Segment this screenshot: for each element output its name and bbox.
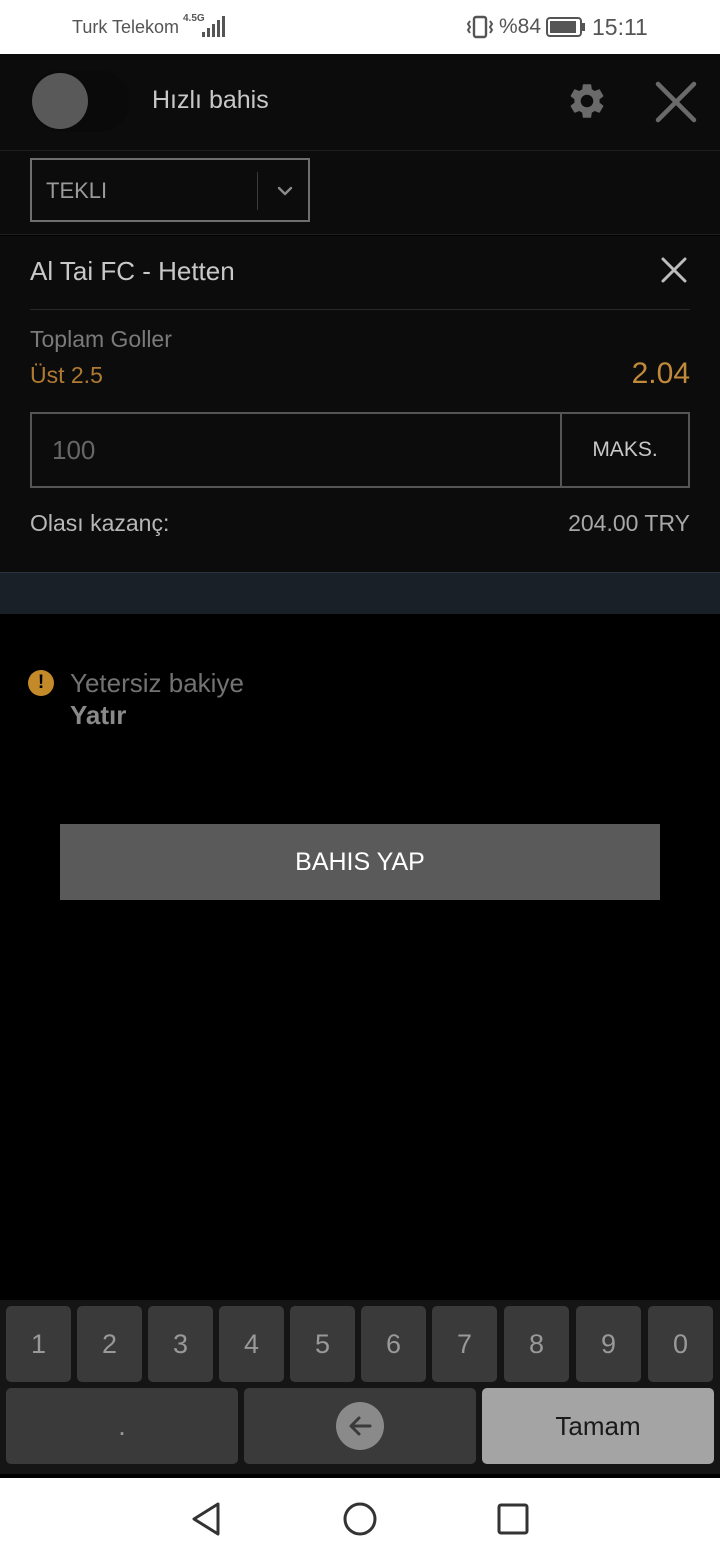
status-bar: Turk Telekom 4.5G %84 15:11 [0, 0, 720, 54]
key-2[interactable]: 2 [77, 1306, 142, 1382]
market-name: Toplam Goller [30, 326, 172, 352]
dropdown-divider [257, 172, 258, 210]
selection-name: Üst 2.5 [30, 362, 103, 388]
max-stake-button[interactable]: MAKS. [560, 414, 688, 486]
battery-percent: %84 [499, 15, 542, 38]
key-1[interactable]: 1 [6, 1306, 71, 1382]
deposit-link[interactable]: Yatır [70, 700, 126, 731]
quick-bet-header: Hızlı bahis [0, 54, 720, 151]
toggle-knob [32, 73, 88, 129]
potential-win-value: 204.00 TRY [568, 510, 690, 536]
bet-slip-card: Al Tai FC - Hetten Toplam Goller Üst 2.5… [0, 236, 720, 572]
header-title: Hızlı bahis [152, 86, 269, 114]
chevron-down-icon [277, 186, 293, 196]
key-dot[interactable]: . [6, 1388, 238, 1464]
backspace-icon [336, 1402, 384, 1450]
key-6[interactable]: 6 [361, 1306, 426, 1382]
bet-type-row: TEKLI [0, 151, 720, 235]
recent-apps-icon[interactable] [494, 1500, 532, 1538]
warning-icon: ! [28, 670, 54, 696]
place-bet-button[interactable]: BAHIS YAP [60, 824, 660, 900]
clock: 15:11 [592, 14, 648, 40]
signal-icon [202, 16, 225, 37]
key-3[interactable]: 3 [148, 1306, 213, 1382]
stake-input[interactable] [32, 414, 560, 486]
key-9[interactable]: 9 [576, 1306, 641, 1382]
key-backspace[interactable] [244, 1388, 476, 1464]
system-nav-bar [0, 1478, 720, 1560]
potential-win-label: Olası kazanç: [30, 510, 170, 536]
back-icon[interactable] [188, 1500, 226, 1538]
key-8[interactable]: 8 [504, 1306, 569, 1382]
home-icon[interactable] [341, 1500, 379, 1538]
carrier-name: Turk Telekom [72, 17, 180, 37]
battery-icon [546, 17, 585, 37]
card-divider [30, 309, 690, 310]
stake-box: MAKS. [30, 412, 690, 488]
key-done[interactable]: Tamam [482, 1388, 714, 1464]
quick-bet-toggle[interactable] [30, 70, 130, 132]
key-4[interactable]: 4 [219, 1306, 284, 1382]
match-name: Al Tai FC - Hetten [30, 256, 235, 286]
remove-bet-icon[interactable] [660, 256, 688, 284]
numeric-keyboard: 1 2 3 4 5 6 7 8 9 0 . Tamam [0, 1300, 720, 1474]
bet-type-dropdown[interactable]: TEKLI [30, 158, 310, 222]
bet-type-value: TEKLI [46, 178, 108, 203]
vibrate-icon [466, 15, 494, 39]
gear-icon[interactable] [566, 80, 608, 122]
key-7[interactable]: 7 [432, 1306, 497, 1382]
key-5[interactable]: 5 [290, 1306, 355, 1382]
close-icon[interactable] [654, 80, 698, 124]
odds-value: 2.04 [631, 357, 690, 390]
section-divider-strip [0, 572, 720, 614]
insufficient-balance-text: Yetersiz bakiye [70, 668, 244, 698]
key-0[interactable]: 0 [648, 1306, 713, 1382]
